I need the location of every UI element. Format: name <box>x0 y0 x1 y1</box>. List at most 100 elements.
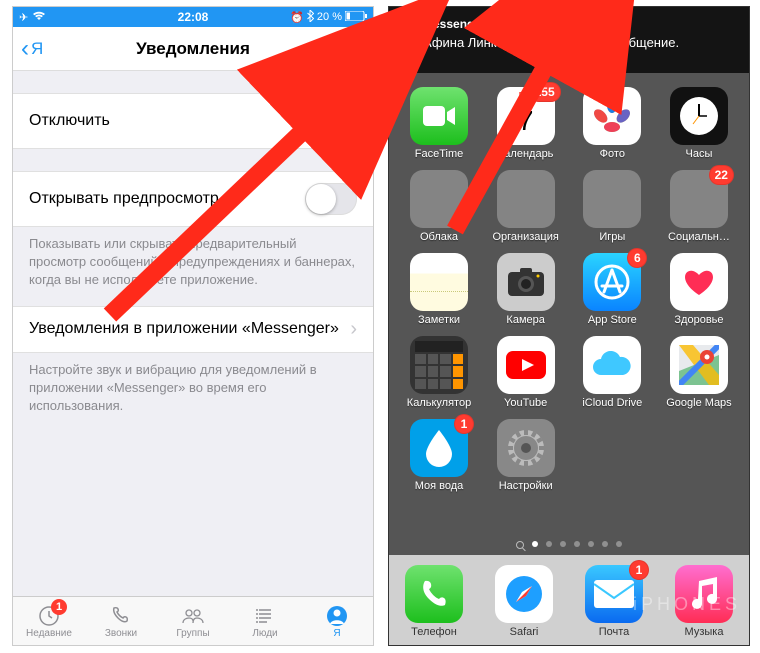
app-часы[interactable]: Часы <box>659 87 739 160</box>
app-label: Калькулятор <box>407 397 471 409</box>
page-title: Уведомления <box>13 39 373 59</box>
app-badge: 1 <box>454 414 474 434</box>
tab-bar: 1 Недавние Звонки Группы Люди Я <box>13 596 373 645</box>
preview-row[interactable]: Открывать предпросмотр <box>13 171 373 227</box>
inapp-notif-label: Уведомления в приложении «Messenger» <box>29 320 350 338</box>
app-icon <box>410 87 468 145</box>
app-организация[interactable]: Организация <box>486 170 566 243</box>
status-time: 22:08 <box>135 10 251 24</box>
app-label: Организация <box>492 231 558 243</box>
disable-toggle[interactable] <box>305 105 357 137</box>
app-label: Музыка <box>685 626 724 638</box>
app-label: Часы <box>686 148 713 160</box>
app-icloud-drive[interactable]: iCloud Drive <box>572 336 652 409</box>
app-app-store[interactable]: 6App Store <box>572 253 652 326</box>
app-label: App Store <box>588 314 637 326</box>
app-label: Социальн… <box>668 231 730 243</box>
app-icon <box>583 336 641 394</box>
app-icon <box>497 253 555 311</box>
app-настройки[interactable]: Настройки <box>486 419 566 492</box>
app-badge: 6 <box>627 248 647 268</box>
battery-pct: 20 % <box>317 11 342 23</box>
tab-calls[interactable]: Звонки <box>85 597 157 645</box>
app-facetime[interactable]: FaceTime <box>399 87 479 160</box>
page-dot <box>560 541 566 547</box>
app-label: Облака <box>420 231 458 243</box>
app-label: Телефон <box>411 626 457 638</box>
app-облака[interactable]: Облака <box>399 170 479 243</box>
page-indicator[interactable] <box>389 541 749 549</box>
app-здоровье[interactable]: Здоровье <box>659 253 739 326</box>
app-icon <box>405 565 463 623</box>
preview-label: Открывать предпросмотр <box>29 190 305 208</box>
app-icon <box>670 336 728 394</box>
bluetooth-icon <box>307 10 314 25</box>
groups-icon <box>181 604 205 628</box>
app-заметки[interactable]: Заметки <box>399 253 479 326</box>
app-социальн-[interactable]: 22Социальн… <box>659 170 739 243</box>
tab-recent-label: Недавние <box>26 628 72 639</box>
tab-recent[interactable]: 1 Недавние <box>13 597 85 645</box>
app-safari[interactable]: Safari <box>484 565 564 638</box>
nav-bar: ‹ Я Уведомления <box>13 27 373 71</box>
tab-people-label: Люди <box>252 628 277 639</box>
app-label: YouTube <box>504 397 547 409</box>
tab-groups[interactable]: Группы <box>157 597 229 645</box>
app-icon <box>495 565 553 623</box>
app-калькулятор[interactable]: Калькулятор <box>399 336 479 409</box>
messenger-icon <box>399 15 417 33</box>
app-телефон[interactable]: Телефон <box>394 565 474 638</box>
airplane-icon: ✈︎ <box>19 11 28 24</box>
profile-icon <box>325 604 349 628</box>
page-dot <box>546 541 552 547</box>
wifi-icon <box>32 11 46 24</box>
page-dot <box>588 541 594 547</box>
inapp-notif-desc: Настройте звук и вибрацию для уведомлени… <box>13 353 373 432</box>
page-dot <box>574 541 580 547</box>
app-icon <box>410 170 468 228</box>
alarm-icon: ⏰ <box>290 11 304 24</box>
notif-time: сейчас <box>492 18 527 30</box>
app-label: Настройки <box>499 480 553 492</box>
notification-banner[interactable]: Messenger сейчас Афина Линкос отправила … <box>389 7 749 73</box>
app-icon <box>670 87 728 145</box>
app-badge: 22 <box>709 165 734 185</box>
app-календарь[interactable]: ПН7155Календарь <box>486 87 566 160</box>
app-label: Почта <box>599 626 630 638</box>
tab-recent-badge: 1 <box>51 599 67 615</box>
notif-app-name: Messenger <box>423 17 486 31</box>
app-игры[interactable]: Игры <box>572 170 652 243</box>
app-icon <box>670 253 728 311</box>
app-label: Google Maps <box>666 397 731 409</box>
home-screen: Messenger сейчас Афина Линкос отправила … <box>388 6 750 646</box>
app-label: iCloud Drive <box>582 397 642 409</box>
page-dot <box>532 541 538 547</box>
tab-calls-label: Звонки <box>105 628 137 639</box>
phone-icon <box>109 604 133 628</box>
app-icon <box>410 336 468 394</box>
notif-handle[interactable] <box>548 56 590 61</box>
app-label: FaceTime <box>415 148 464 160</box>
list-icon <box>253 604 277 628</box>
page-dot <box>602 541 608 547</box>
disable-row[interactable]: Отключить <box>13 93 373 149</box>
app-icon <box>583 170 641 228</box>
app-label: Календарь <box>498 148 554 160</box>
page-dot <box>616 541 622 547</box>
tab-people[interactable]: Люди <box>229 597 301 645</box>
tab-groups-label: Группы <box>176 628 209 639</box>
tab-me[interactable]: Я <box>301 597 373 645</box>
app-youtube[interactable]: YouTube <box>486 336 566 409</box>
preview-toggle[interactable] <box>305 183 357 215</box>
app-фото[interactable]: Фото <box>572 87 652 160</box>
inapp-notif-row[interactable]: Уведомления в приложении «Messenger» › <box>13 306 373 353</box>
status-bar: ✈︎ 22:08 ⏰ 20 % <box>13 7 373 27</box>
app-badge: 155 <box>529 82 561 102</box>
app-label: Safari <box>510 626 539 638</box>
battery-icon <box>345 11 367 24</box>
app-icon <box>410 253 468 311</box>
app-google-maps[interactable]: Google Maps <box>659 336 739 409</box>
app-моя-вода[interactable]: 1Моя вода <box>399 419 479 492</box>
app-label: Заметки <box>418 314 460 326</box>
app-камера[interactable]: Камера <box>486 253 566 326</box>
